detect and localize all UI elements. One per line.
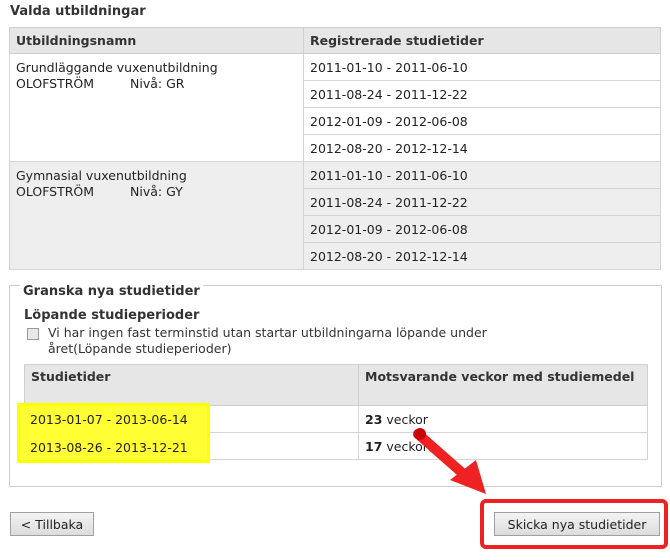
period-cell: 2011-08-24 - 2011-12-22 [303, 188, 661, 216]
period-cell: 2011-01-10 - 2011-06-10 [303, 53, 661, 81]
column-header-registered-periods: Registrerade studietider [303, 27, 661, 54]
table-row: Grundläggande vuxenutbildning OLOFSTRÖM N… [9, 53, 661, 162]
back-button[interactable]: < Tillbaka [10, 512, 94, 536]
registered-studies-table: Utbildningsnamn Registrerade studietider… [9, 27, 661, 270]
course-level: Nivå: GR [130, 76, 185, 91]
continuous-periods-label: Vi har ingen fast terminstid utan starta… [48, 325, 487, 356]
course-name: Grundläggande vuxenutbildning [16, 60, 218, 75]
column-header-course-name: Utbildningsnamn [9, 27, 304, 54]
table-row: Gymnasial vuxenutbildning OLOFSTRÖM Nivå:… [9, 161, 661, 270]
period-cell: 2011-01-10 - 2011-06-10 [303, 161, 661, 189]
page-title: Valda utbildningar [10, 4, 146, 19]
course-name: Gymnasial vuxenutbildning [16, 168, 187, 183]
review-subtitle: Löpande studieperioder [24, 308, 200, 323]
weeks-count: 23 [365, 411, 383, 427]
weeks-count: 17 [365, 438, 383, 454]
period-cell: 2012-01-09 - 2012-06-08 [303, 215, 661, 243]
course-place: OLOFSTRÖM [16, 76, 95, 91]
period-cell: 2012-01-09 - 2012-06-08 [303, 107, 661, 135]
continuous-periods-checkbox[interactable] [27, 328, 39, 340]
course-cell: Grundläggande vuxenutbildning OLOFSTRÖM N… [9, 53, 304, 162]
new-period-text: 2013-08-26 - 2013-12-21 [30, 440, 188, 455]
course-cell: Gymnasial vuxenutbildning OLOFSTRÖM Nivå:… [9, 161, 304, 270]
period-cell: 2011-08-24 - 2011-12-22 [303, 80, 661, 108]
new-period-text: 2013-01-07 - 2013-06-14 [30, 412, 188, 427]
send-new-periods-button[interactable]: Skicka nya studietider [494, 512, 660, 536]
course-place: OLOFSTRÖM [16, 184, 95, 199]
column-header-periods: Studietider [24, 364, 359, 406]
period-cell: 2012-08-20 - 2012-12-14 [303, 242, 661, 270]
column-header-weeks: Motsvarande veckor med studiemedel [358, 364, 648, 406]
annotation-arrow-icon [413, 428, 486, 494]
review-legend: Granska nya studietider [20, 284, 203, 299]
period-cell: 2012-08-20 - 2012-12-14 [303, 134, 661, 162]
course-level: Nivå: GY [130, 184, 183, 199]
